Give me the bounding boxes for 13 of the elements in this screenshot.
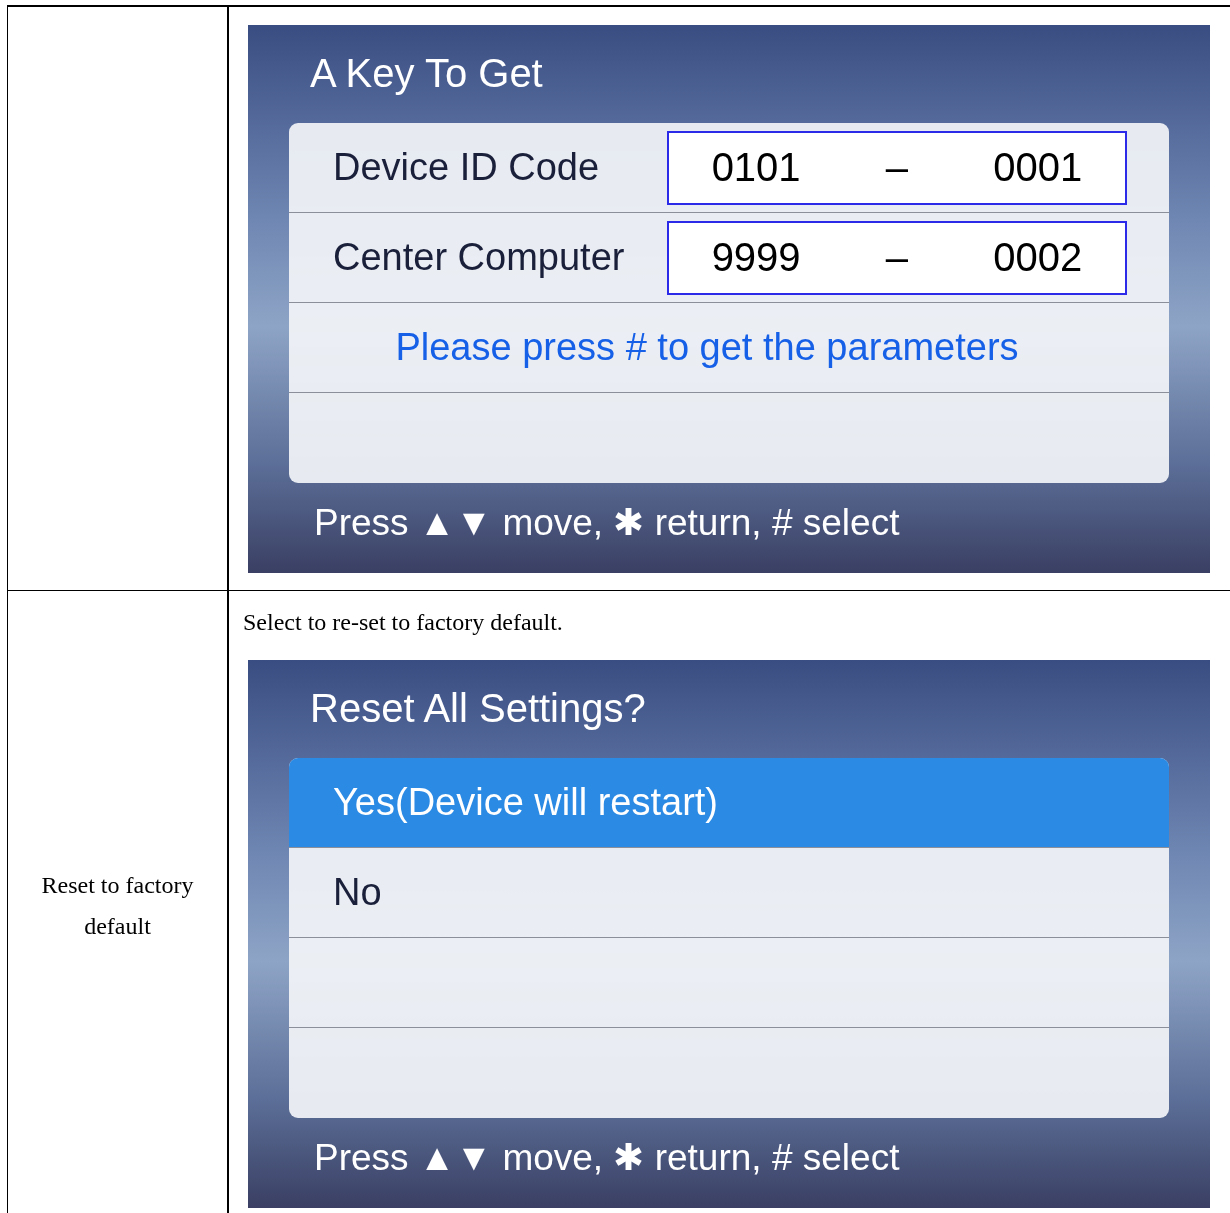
key-hint-text: Press ▲▼ move, ✱ return, # select — [313, 1136, 901, 1179]
menu-option[interactable]: Yes(Device will restart) — [289, 758, 1169, 848]
field-label: Center Computer — [333, 236, 626, 279]
description-text: Select to re-set to factory default. — [243, 609, 564, 636]
hint-message: Please press # to get the parameters — [394, 326, 1020, 369]
input-field[interactable]: 9999 – 0002 — [667, 220, 1127, 295]
screen-title: Reset All Settings? — [309, 686, 647, 732]
input-field[interactable]: 0101 – 0001 — [667, 130, 1127, 205]
field-label: Device ID Code — [333, 146, 601, 189]
key-hint-text: Press ▲▼ move, ✱ return, # select — [313, 501, 901, 544]
row-label: Reset to factory default — [40, 871, 195, 941]
menu-option[interactable]: No — [289, 848, 1169, 938]
screen-title: A Key To Get — [309, 51, 544, 97]
